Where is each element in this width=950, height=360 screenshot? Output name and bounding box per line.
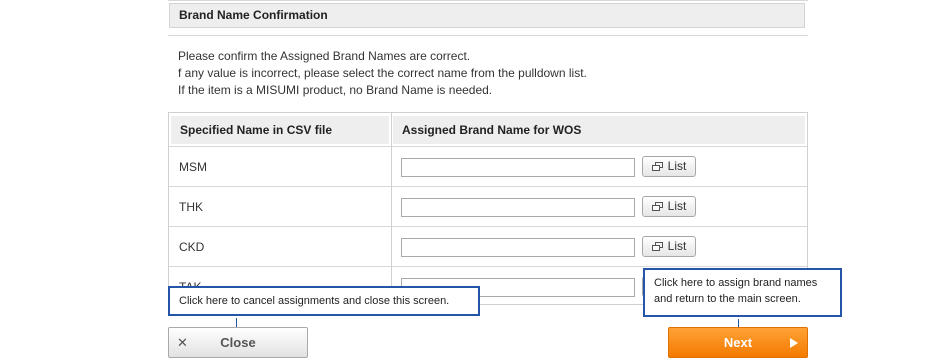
close-callout-connector [236,318,237,327]
list-button-label: List [667,199,687,213]
instruction-line-1: Please confirm the Assigned Brand Names … [178,49,471,63]
table-row: THK List [169,186,807,226]
specified-name-cell: CKD [179,240,205,254]
instructions: Please confirm the Assigned Brand Names … [178,48,778,99]
play-arrow-icon [790,338,798,348]
window-icon [651,202,663,211]
next-help-callout: Click here to assign brand names and ret… [643,268,842,317]
assigned-brand-input[interactable] [401,198,635,217]
assigned-brand-input[interactable] [401,158,635,177]
list-button-label: List [667,239,687,253]
top-frame-line [168,0,808,1]
instruction-line-3: If the item is a MISUMI product, no Bran… [178,83,493,97]
instruction-line-2: f any value is incorrect, please select … [178,66,587,80]
next-callout-connector [738,319,739,327]
table-header-row: Specified Name in CSV file Assigned Bran… [169,112,807,146]
table-row: CKD List [169,226,807,266]
close-button[interactable]: ✕ Close [168,327,308,358]
next-button[interactable]: Next [668,327,808,358]
specified-name-cell: THK [179,200,203,214]
next-help-line-1: Click here to assign brand names [654,277,818,289]
column-header-specified-name: Specified Name in CSV file [171,116,389,144]
list-button[interactable]: List [642,236,696,257]
column-header-assigned-brand: Assigned Brand Name for WOS [393,116,805,144]
table-row: MSM List [169,146,807,186]
next-button-label: Next [723,335,753,350]
assigned-brand-input[interactable] [401,238,635,257]
column-divider [391,112,392,304]
list-button[interactable]: List [642,156,696,177]
close-x-icon: ✕ [177,335,188,350]
window-icon [651,162,663,171]
close-help-callout: Click here to cancel assignments and clo… [168,286,480,316]
header-underline [168,35,808,36]
list-button[interactable]: List [642,196,696,217]
close-button-label: Close [220,335,256,350]
list-button-label: List [667,159,687,173]
window-icon [651,242,663,251]
next-help-line-2: and return to the main screen. [654,293,801,305]
specified-name-cell: MSM [179,160,207,174]
section-title: Brand Name Confirmation [169,3,805,28]
